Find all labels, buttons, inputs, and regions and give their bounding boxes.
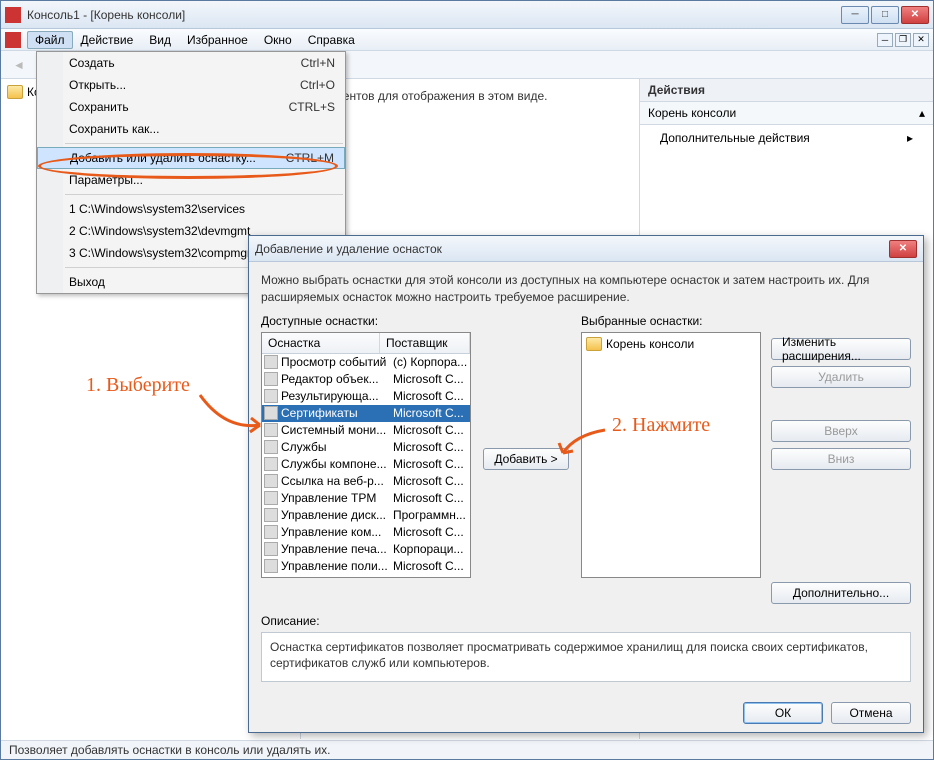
menu-action[interactable]: Действие [73,31,142,49]
collapse-icon: ▴ [919,106,925,120]
snapin-row[interactable]: Результирующа...Microsoft C... [262,388,470,405]
folder-icon [586,337,602,351]
move-down-button[interactable]: Вниз [771,448,911,470]
snapin-row[interactable]: Ссылка на веб-р...Microsoft C... [262,473,470,490]
dialog-title: Добавление и удаление оснасток [255,242,889,256]
add-remove-snapin-dialog: Добавление и удаление оснасток ✕ Можно в… [248,235,924,733]
snapin-row[interactable]: Редактор объек...Microsoft C... [262,371,470,388]
mmc-titlebar[interactable]: Консоль1 - [Корень консоли] ─ □ ✕ [1,1,933,29]
cancel-button[interactable]: Отмена [831,702,911,724]
snapin-icon [264,559,278,573]
available-snapins-list[interactable]: Оснастка Поставщик Просмотр событий(c) К… [261,332,471,578]
mdi-close[interactable]: ✕ [913,33,929,47]
edit-extensions-button[interactable]: Изменить расширения... [771,338,911,360]
menu-window[interactable]: Окно [256,31,300,49]
mmc-logo-icon [5,32,21,48]
app-icon [5,7,21,23]
selected-snapins-tree[interactable]: Корень консоли [581,332,761,578]
actions-header: Действия [640,79,933,102]
menu-save[interactable]: СохранитьCTRL+S [37,96,345,118]
menu-create[interactable]: СоздатьCtrl+N [37,52,345,74]
snapin-row[interactable]: Просмотр событий(c) Корпора... [262,354,470,371]
window-title: Консоль1 - [Корень консоли] [27,8,841,22]
col-snapin-header[interactable]: Оснастка [262,333,380,353]
col-vendor-header[interactable]: Поставщик [380,333,470,353]
ok-button[interactable]: ОК [743,702,823,724]
description-label: Описание: [261,614,911,628]
empty-text: элементов для отображения в этом виде. [315,89,547,103]
submenu-arrow-icon: ▸ [907,131,913,145]
snapin-icon [264,423,278,437]
advanced-button[interactable]: Дополнительно... [771,582,911,604]
mmc-menubar: Файл Действие Вид Избранное Окно Справка… [1,29,933,51]
snapin-icon [264,525,278,539]
snapin-row[interactable]: Службы компоне...Microsoft C... [262,456,470,473]
more-actions-link[interactable]: Дополнительные действия▸ [640,125,933,151]
snapin-row[interactable]: Управление ком...Microsoft C... [262,524,470,541]
status-bar: Позволяет добавлять оснастки в консоль и… [1,740,933,759]
selected-root-label: Корень консоли [606,337,694,351]
folder-icon [7,85,23,99]
menu-help[interactable]: Справка [300,31,363,49]
remove-button[interactable]: Удалить [771,366,911,388]
move-up-button[interactable]: Вверх [771,420,911,442]
selected-label: Выбранные оснастки: [581,314,761,328]
snapin-row[interactable]: Системный мони...Microsoft C... [262,422,470,439]
menu-view[interactable]: Вид [141,31,179,49]
menu-options[interactable]: Параметры... [37,169,345,191]
mdi-minimize[interactable]: ─ [877,33,893,47]
snapin-icon [264,389,278,403]
snapin-row[interactable]: СлужбыMicrosoft C... [262,439,470,456]
snapin-row[interactable]: СертификатыMicrosoft C... [262,405,470,422]
menu-recent-1[interactable]: 1 C:\Windows\system32\services [37,198,345,220]
snapin-row[interactable]: Управление диск...Программн... [262,507,470,524]
snapin-icon [264,474,278,488]
add-button[interactable]: Добавить > [483,448,568,470]
menu-open[interactable]: Открыть...Ctrl+O [37,74,345,96]
menu-favorites[interactable]: Избранное [179,31,256,49]
dialog-titlebar[interactable]: Добавление и удаление оснасток ✕ [249,236,923,262]
dialog-close-button[interactable]: ✕ [889,240,917,258]
available-label: Доступные оснастки: [261,314,471,328]
snapin-icon [264,355,278,369]
maximize-button[interactable]: □ [871,6,899,24]
snapin-icon [264,440,278,454]
snapin-icon [264,457,278,471]
snapin-icon [264,491,278,505]
actions-context[interactable]: Корень консоли▴ [640,102,933,125]
snapin-icon [264,508,278,522]
description-box: Оснастка сертификатов позволяет просматр… [261,632,911,682]
back-button[interactable]: ◄ [7,54,31,76]
mdi-restore[interactable]: ❐ [895,33,911,47]
snapin-row[interactable]: Управление печа...Корпораци... [262,541,470,558]
menu-file[interactable]: Файл [27,31,73,49]
menu-add-remove-snapin[interactable]: Добавить или удалить оснастку...CTRL+M [37,147,345,169]
snapin-icon [264,372,278,386]
menu-save-as[interactable]: Сохранить как... [37,118,345,140]
minimize-button[interactable]: ─ [841,6,869,24]
snapin-row[interactable]: Управление TPMMicrosoft C... [262,490,470,507]
close-button[interactable]: ✕ [901,6,929,24]
snapin-icon [264,406,278,420]
snapin-icon [264,542,278,556]
snapin-row[interactable]: Управление поли...Microsoft C... [262,558,470,575]
dialog-description: Можно выбрать оснастки для этой консоли … [261,272,911,306]
